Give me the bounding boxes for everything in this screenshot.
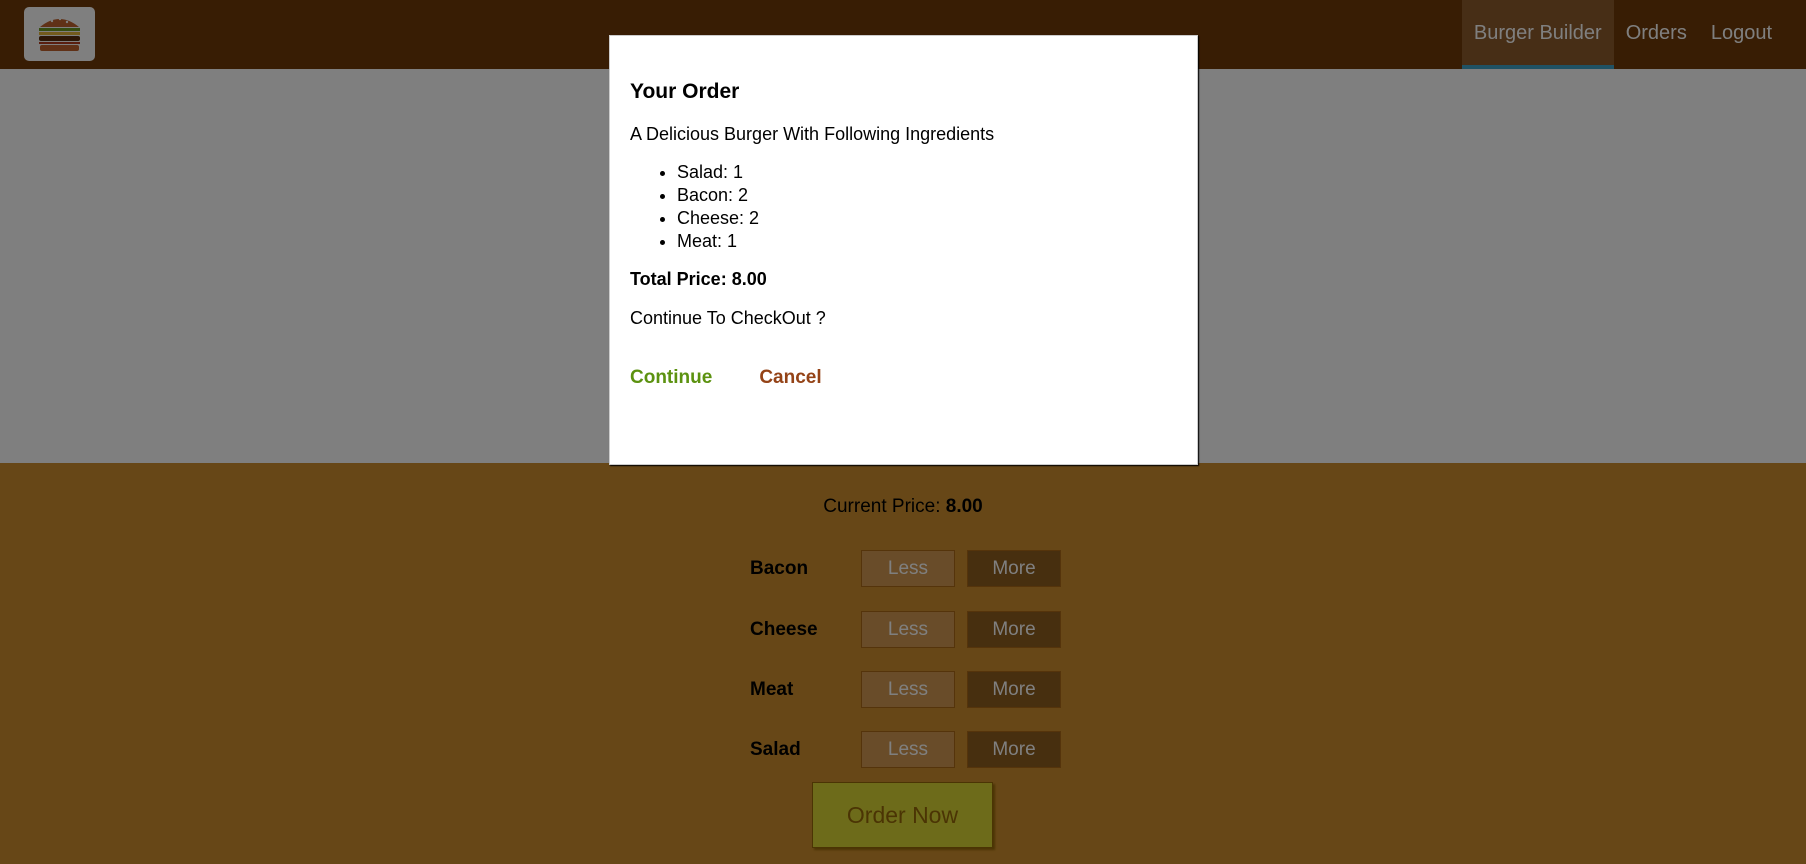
checkout-question: Continue To CheckOut ?	[630, 308, 826, 328]
continue-button[interactable]: Continue	[630, 367, 712, 389]
modal-title: Your Order	[630, 80, 740, 103]
list-item: Salad: 1	[677, 161, 1177, 184]
total-price: Total Price: 8.00	[630, 269, 767, 289]
modal-subtitle: A Delicious Burger With Following Ingred…	[630, 124, 995, 144]
modal-actions: Continue Cancel	[630, 367, 1177, 389]
cancel-button[interactable]: Cancel	[759, 367, 821, 389]
order-summary-modal: Your Order A Delicious Burger With Follo…	[609, 35, 1198, 465]
ingredients-list: Salad: 1 Bacon: 2 Cheese: 2 Meat: 1	[630, 161, 1177, 253]
list-item: Cheese: 2	[677, 207, 1177, 230]
list-item: Meat: 1	[677, 230, 1177, 253]
list-item: Bacon: 2	[677, 184, 1177, 207]
